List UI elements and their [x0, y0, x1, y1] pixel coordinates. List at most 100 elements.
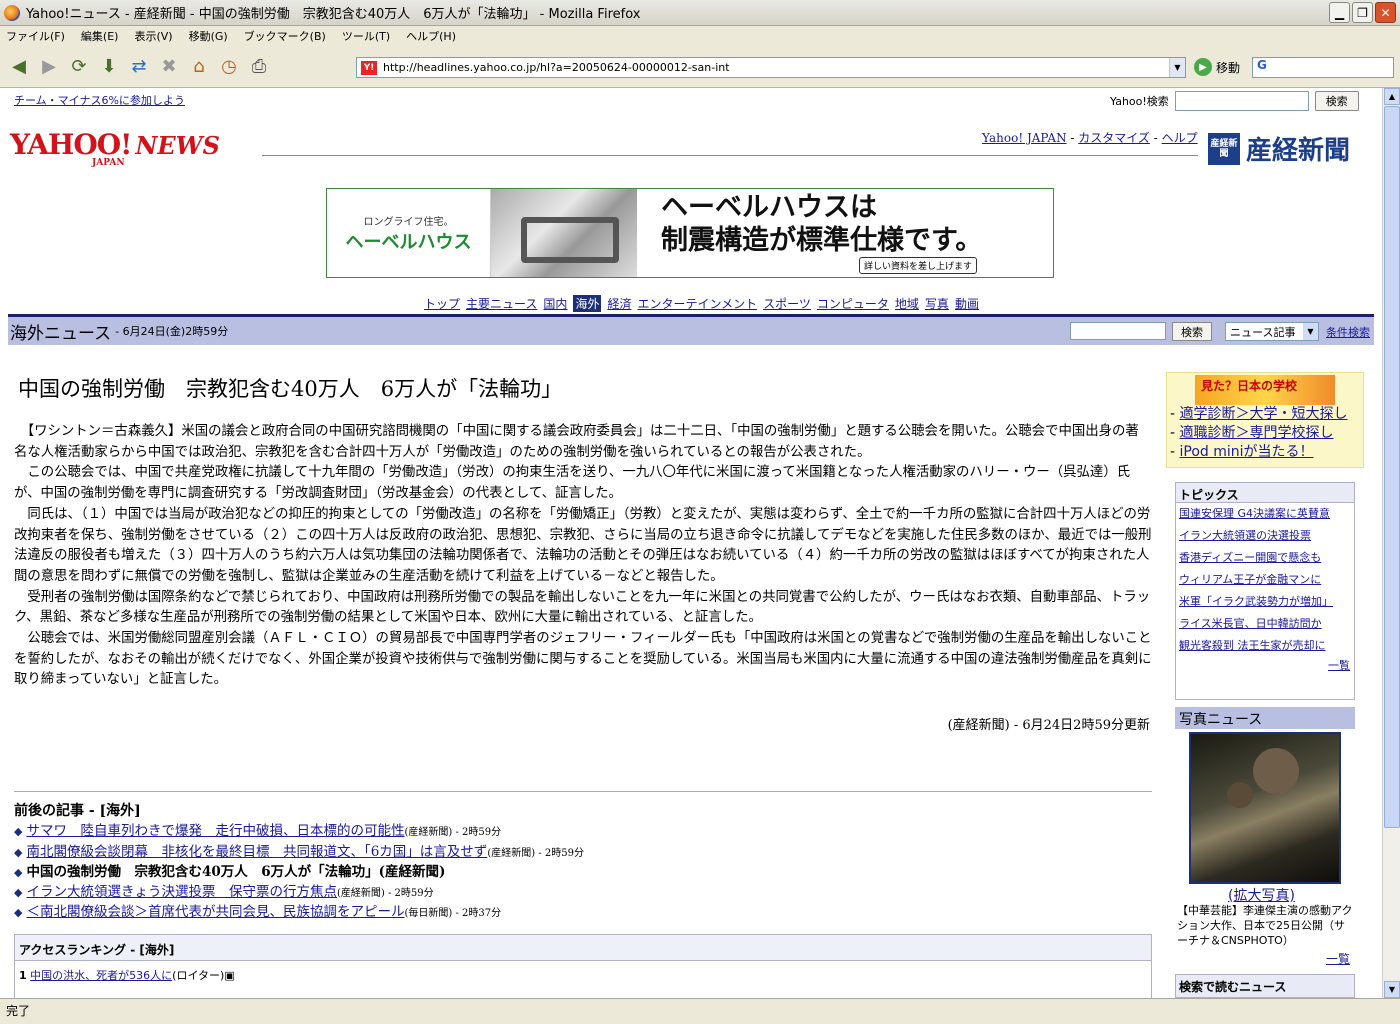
cat-region[interactable]: 地域 — [895, 295, 919, 312]
access-ranking: アクセスランキング - [海外] 1 中国の洪水、死者が536人に(ロイター)▣ — [14, 934, 1152, 998]
sankei-logo[interactable]: 産経新聞 産経新聞 — [1208, 130, 1350, 167]
topic-item: 国連安保理 G4決議案に英賛意 — [1176, 503, 1354, 525]
reload-icon[interactable]: ⟳ — [64, 52, 94, 82]
menu-tools[interactable]: ツール(T) — [342, 28, 390, 44]
google-search-field[interactable]: G — [1252, 57, 1394, 78]
related-link[interactable]: イラン大統領選きょう決選投票 保守票の行方焦点 — [26, 884, 337, 900]
related-item: ◆ イラン大統領選きょう決選投票 保守票の行方焦点(産経新聞) - 2時59分 — [14, 883, 584, 904]
cat-top[interactable]: トップ — [424, 295, 460, 312]
related-link[interactable]: ＜南北閣僚級会談＞首席代表が共同会見、民族協調をアピール — [26, 904, 404, 920]
section-title: 海外ニュース — [10, 323, 112, 344]
sidebar-ad-link[interactable]: 適職診断＞専門学校探し — [1180, 425, 1334, 441]
go-button[interactable]: ▶ 移動 — [1194, 58, 1240, 76]
sidebar-ad-link[interactable]: iPod miniが当たる！ — [1180, 444, 1314, 460]
yahoo-search-input[interactable] — [1174, 91, 1309, 111]
vertical-scrollbar[interactable]: ▲ ▼ — [1382, 88, 1400, 998]
bullet-icon: ◆ — [14, 885, 23, 899]
topic-link[interactable]: イラン大統領選の決選投票 — [1179, 529, 1311, 542]
go-label: 移動 — [1216, 60, 1241, 75]
scroll-up-icon[interactable]: ▲ — [1384, 88, 1400, 105]
firefox-icon — [4, 4, 20, 21]
site-favicon: Y! — [361, 60, 377, 75]
scroll-thumb[interactable] — [1384, 106, 1400, 828]
cat-photo[interactable]: 写真 — [925, 295, 949, 312]
sidebar-ad-link[interactable]: 適学診断＞大学・短大探し — [1180, 406, 1348, 422]
go-icon: ▶ — [1194, 58, 1212, 76]
menu-help[interactable]: ヘルプ(H) — [406, 28, 456, 44]
window-titlebar: Yahoo!ニュース - 産経新聞 - 中国の強制労働 宗教犯含む40万人 6万… — [0, 0, 1400, 26]
cat-video[interactable]: 動画 — [955, 295, 979, 312]
link-customize[interactable]: カスタマイズ — [1078, 131, 1150, 145]
home-icon[interactable]: ⌂ — [184, 52, 214, 82]
yahoo-search-button[interactable]: 検索 — [1314, 91, 1359, 111]
minimize-button[interactable]: ▁ — [1329, 2, 1350, 23]
news-search-button[interactable]: 検索 — [1172, 322, 1212, 341]
topic-link[interactable]: ウィリアム王子が金融マンに — [1179, 573, 1321, 586]
cat-computer[interactable]: コンピュータ — [817, 295, 889, 312]
cat-entertainment[interactable]: エンターテインメント — [637, 295, 757, 312]
history-icon[interactable]: ◷ — [214, 52, 244, 82]
related-current-text: 中国の強制労働 宗教犯含む40万人 6万人が「法輪功」(産経新聞) — [26, 864, 446, 880]
related-link[interactable]: 南北閣僚級会談閉幕 非核化を最終目標 共同報道文、「6カ国」は言及せず — [26, 844, 487, 860]
print-icon[interactable]: ⎙ — [244, 52, 274, 82]
url-dropdown-icon[interactable]: ▼ — [1169, 58, 1185, 77]
sync-icon[interactable]: ⇄ — [124, 52, 154, 82]
photo-more-link[interactable]: 一覧 — [1326, 950, 1350, 967]
download-icon[interactable]: ⬇ — [94, 52, 124, 82]
sidebar-ad-banner[interactable]: 見た？日本の学校 — [1195, 375, 1335, 405]
ad-banner[interactable]: ロングライフ住宅。 ヘーベルハウス ヘーベルハウスは 制震構造が標準仕様です。 … — [326, 188, 1054, 278]
related-item: ◆ 南北閣僚級会談閉幕 非核化を最終目標 共同報道文、「6カ国」は言及せず(産経新… — [14, 843, 584, 864]
topic-link[interactable]: 国連安保理 G4決議案に英賛意 — [1179, 507, 1330, 520]
ranking-source: (ロイター) — [172, 969, 225, 982]
back-icon[interactable]: ◀ — [4, 52, 34, 82]
scroll-down-icon[interactable]: ▼ — [1384, 981, 1400, 998]
menu-edit[interactable]: 編集(E) — [81, 28, 119, 44]
menu-view[interactable]: 表示(V) — [134, 28, 172, 44]
cat-international[interactable]: 海外 — [573, 295, 602, 312]
cat-economy[interactable]: 経済 — [607, 295, 631, 312]
related-item: ◆ サマワ 陸自車列わきで爆発 走行中破損、日本標的の可能性(産経新聞) - 2時… — [14, 822, 584, 843]
topic-link[interactable]: 観光客殺到 法王生家が売却に — [1179, 639, 1326, 652]
news-search-input[interactable] — [1070, 322, 1166, 340]
yahoo-news-logo[interactable]: YAHOO! NEWS JAPAN — [10, 128, 220, 168]
sidebar-ad-item: - iPod miniが当たる！ — [1170, 444, 1314, 460]
topics-box: トピックス 国連安保理 G4決議案に英賛意 イラン大統領選の決選投票 香港ディズ… — [1175, 482, 1355, 700]
topic-item: 米軍「イラク武装勢力が増加」 — [1176, 591, 1354, 613]
yahoo-search-label: Yahoo!検索 — [1110, 95, 1169, 108]
sidebar-ad-item: - 適職診断＞専門学校探し — [1170, 425, 1334, 441]
topic-link[interactable]: 香港ディズニー開園で懸念も — [1179, 551, 1321, 564]
header-divider — [262, 155, 1198, 156]
url-text: http://headlines.yahoo.co.jp/hl?a=200506… — [383, 61, 730, 74]
banner-line2: 制震構造が標準仕様です。 — [661, 225, 983, 256]
cat-main[interactable]: 主要ニュース — [466, 295, 537, 312]
menu-file[interactable]: ファイル(F) — [6, 28, 65, 44]
photo-caption: 【中華芸能】李連傑主演の感動アクション大作、日本で25日公開（サーチナ＆CNSP… — [1177, 904, 1353, 947]
sidebar-ad: 見た？日本の学校 - 適学診断＞大学・短大探し - 適職診断＞専門学校探し - … — [1166, 372, 1364, 468]
news-photo[interactable] — [1189, 732, 1341, 884]
team-minus-link[interactable]: チーム・マイナス6%に参加しよう — [14, 92, 185, 108]
cat-domestic[interactable]: 国内 — [543, 295, 567, 312]
related-link[interactable]: サマワ 陸自車列わきで爆発 走行中破損、日本標的の可能性 — [26, 823, 404, 839]
news-search-select[interactable]: ニュース記事 ▼ — [1225, 322, 1319, 341]
url-bar[interactable]: Y! http://headlines.yahoo.co.jp/hl?a=200… — [356, 57, 1186, 78]
close-button[interactable]: ✕ — [1375, 2, 1396, 23]
ranking-link[interactable]: 中国の洪水、死者が536人に — [30, 969, 172, 982]
link-help[interactable]: ヘルプ — [1162, 131, 1198, 145]
enlarge-photo-link[interactable]: (拡大写真) — [1228, 885, 1295, 905]
link-yahoo-japan[interactable]: Yahoo! JAPAN — [982, 131, 1067, 145]
logo-yahoo: YAHOO! — [10, 128, 132, 161]
maximize-button[interactable]: ❐ — [1352, 2, 1373, 23]
topic-link[interactable]: ライス米長官、日中韓訪問か — [1179, 617, 1322, 630]
topic-link[interactable]: 米軍「イラク武装勢力が増加」 — [1179, 595, 1333, 608]
topics-more-link[interactable]: 一覧 — [1328, 659, 1350, 672]
related-source: (産経新聞) - 2時59分 — [336, 887, 434, 899]
banner-image — [491, 189, 637, 277]
topics-title: トピックス — [1176, 483, 1354, 503]
menu-go[interactable]: 移動(G) — [189, 28, 228, 44]
status-text: 完了 — [6, 1004, 31, 1018]
advanced-search-link[interactable]: 条件検索 — [1326, 324, 1370, 340]
cat-sports[interactable]: スポーツ — [763, 295, 811, 312]
stop-icon[interactable]: ✖ — [154, 52, 184, 82]
forward-icon[interactable]: ▶ — [34, 52, 64, 82]
menu-bookmarks[interactable]: ブックマーク(B) — [244, 28, 326, 44]
